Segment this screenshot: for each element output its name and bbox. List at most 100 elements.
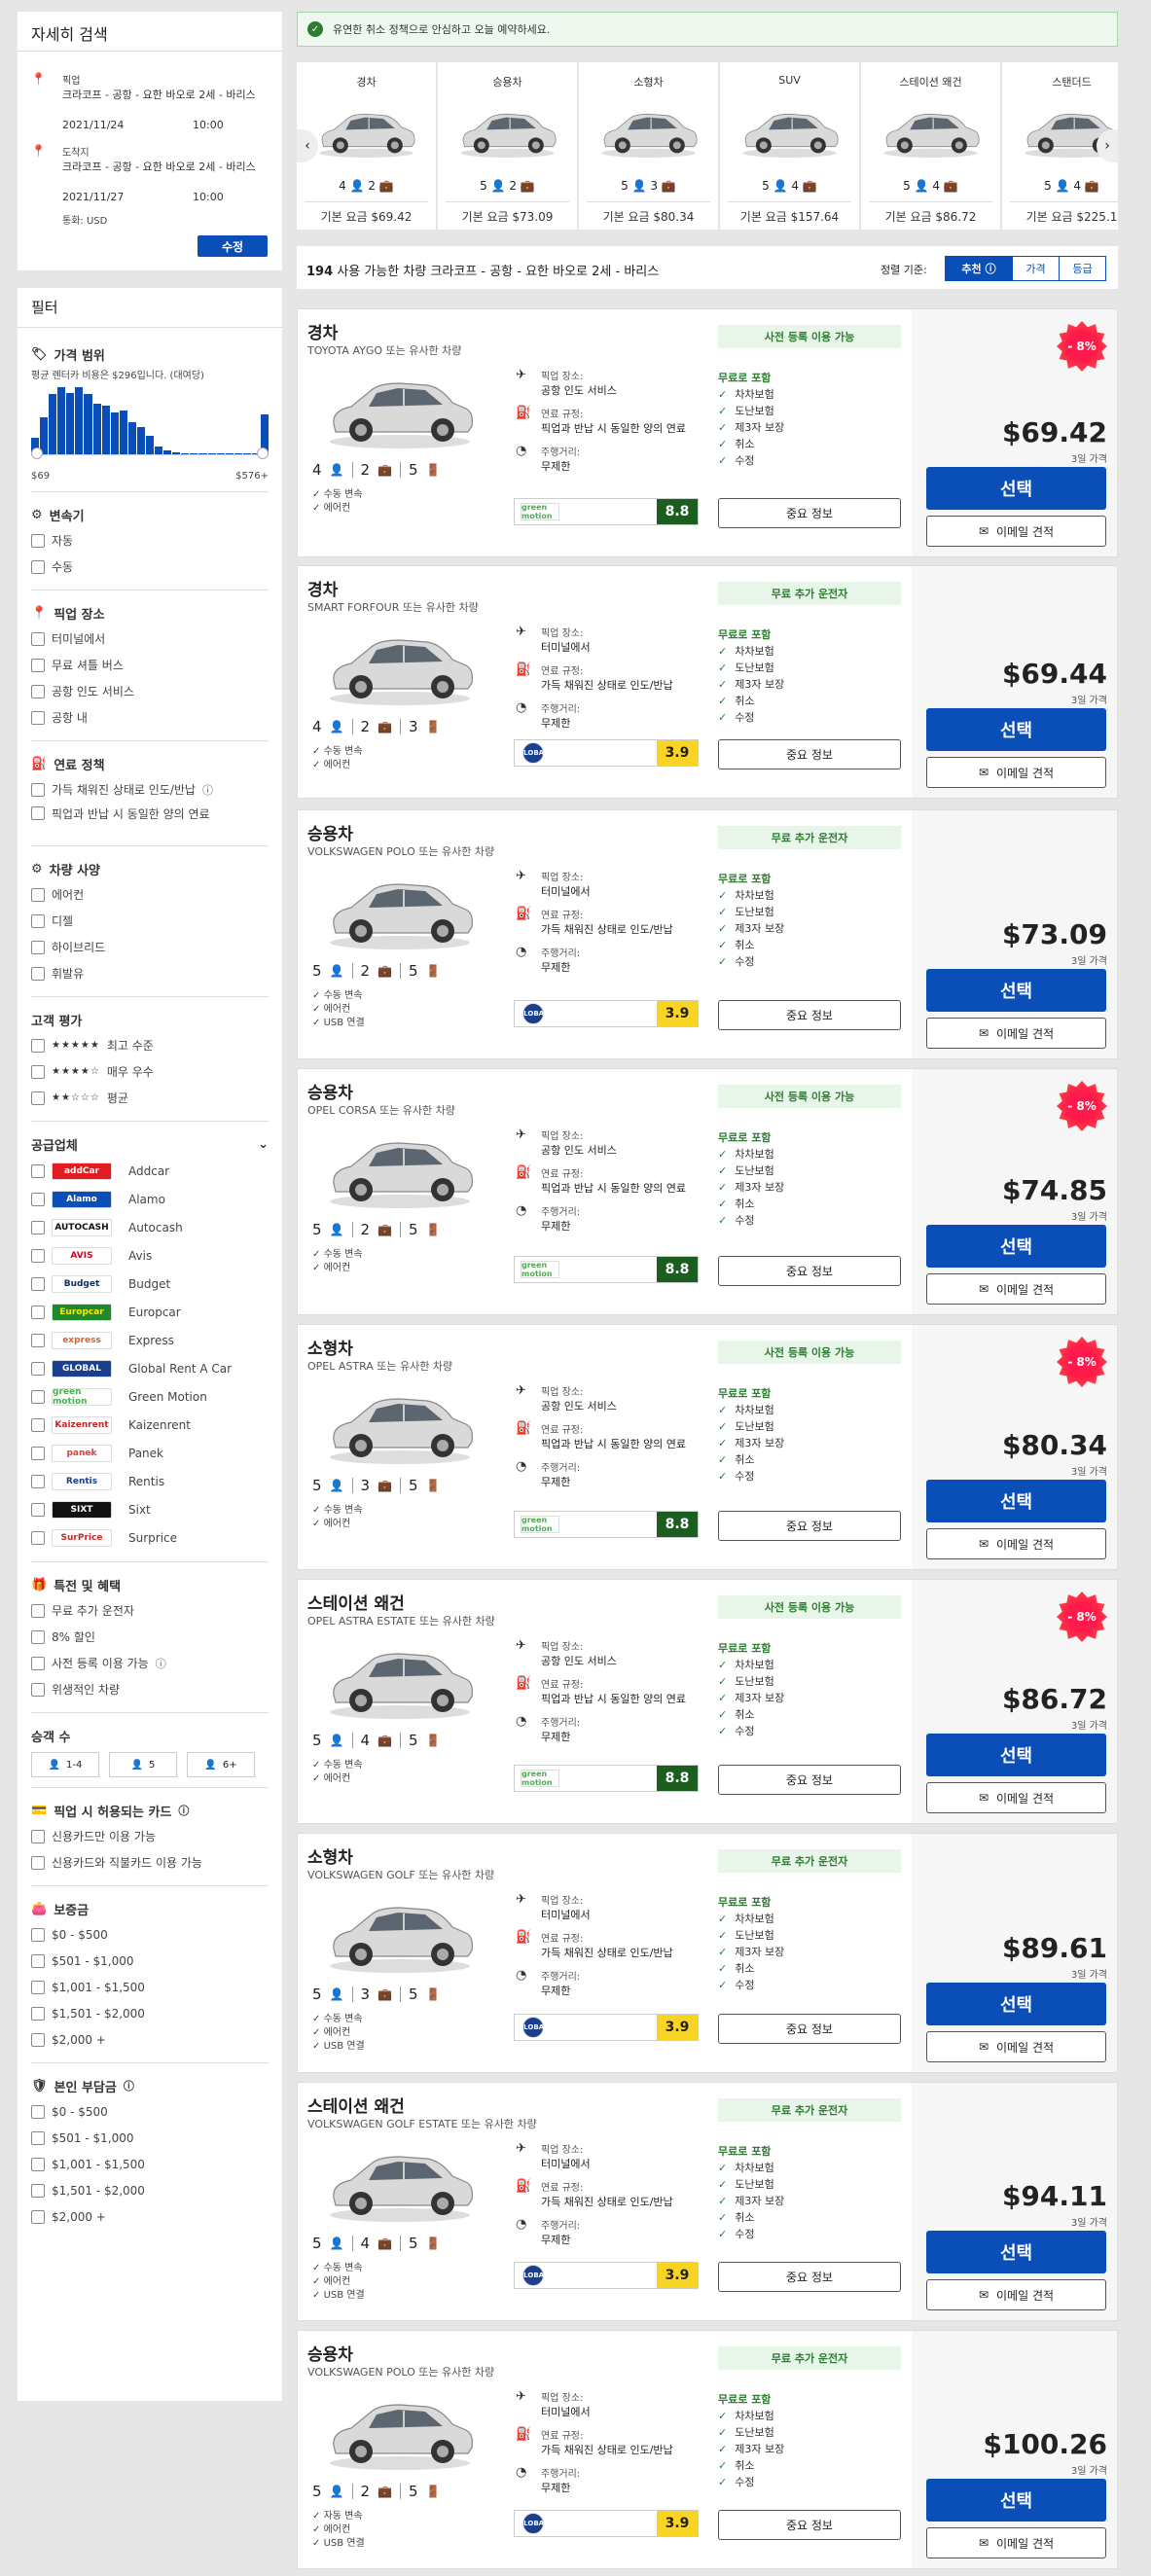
checkbox[interactable] xyxy=(31,1829,45,1843)
filter-credit-only[interactable]: 신용카드만 이용 가능 xyxy=(31,1823,269,1849)
supplier-rating[interactable]: green motion 8.8 xyxy=(514,498,699,525)
checkbox[interactable] xyxy=(31,2209,45,2224)
supplier-rating[interactable]: green motion 8.8 xyxy=(514,1511,699,1538)
supplier-panek[interactable]: panek Panek xyxy=(31,1439,269,1467)
info-icon[interactable]: ⓘ xyxy=(178,1803,189,1818)
important-info-button[interactable]: 중요 정보 xyxy=(718,498,901,528)
checkbox[interactable] xyxy=(31,966,45,981)
checkbox[interactable] xyxy=(31,2006,45,2021)
checkbox[interactable] xyxy=(31,2032,45,2047)
checkbox[interactable] xyxy=(31,1333,45,1347)
supplier-budget[interactable]: Budget Budget xyxy=(31,1270,269,1298)
pax-5-button[interactable]: 👤 5 xyxy=(109,1752,177,1777)
email-quote-button[interactable]: ✉ 이메일 견적 xyxy=(926,2031,1106,2062)
select-button[interactable]: 선택 xyxy=(926,467,1106,510)
category-thumb[interactable]: 소형차 5 👤 3 💼 기본 요금 $80.34 xyxy=(579,62,718,230)
supplier-europcar[interactable]: Europcar Europcar xyxy=(31,1298,269,1326)
filter-shuttle[interactable]: 무료 셔틀 버스 xyxy=(31,652,269,678)
sort-rating[interactable]: 등급 xyxy=(1059,257,1105,280)
important-info-button[interactable]: 중요 정보 xyxy=(718,739,901,769)
sort-price[interactable]: 가격 xyxy=(1012,257,1059,280)
important-info-button[interactable]: 중요 정보 xyxy=(718,1765,901,1795)
email-quote-button[interactable]: ✉ 이메일 견적 xyxy=(926,2279,1106,2310)
filter-prereg[interactable]: 사전 등록 이용 가능 ⓘ xyxy=(31,1650,269,1676)
supplier-express[interactable]: express Express xyxy=(31,1326,269,1354)
slider-handle-min[interactable] xyxy=(31,447,43,459)
supplier-rating[interactable]: GLOBAL 3.9 xyxy=(514,2510,699,2537)
filter-same-to-same[interactable]: 픽업과 반납 시 동일한 양의 연료 xyxy=(31,803,269,836)
supplier-rating[interactable]: GLOBAL 3.9 xyxy=(514,1000,699,1027)
checkbox[interactable] xyxy=(31,1276,45,1291)
filter-excess-4[interactable]: $1,501 - $2,000 xyxy=(31,2177,269,2203)
checkbox[interactable] xyxy=(31,782,45,797)
supplier-rating[interactable]: GLOBAL 3.9 xyxy=(514,2262,699,2289)
important-info-button[interactable]: 중요 정보 xyxy=(718,1511,901,1541)
checkbox[interactable] xyxy=(31,940,45,954)
filter-full-to-full[interactable]: 가득 채워진 상태로 인도/반납 ⓘ xyxy=(31,776,269,803)
checkbox[interactable] xyxy=(31,1953,45,1968)
edit-button[interactable]: 수정 xyxy=(198,235,268,257)
checkbox[interactable] xyxy=(31,1656,45,1670)
select-button[interactable]: 선택 xyxy=(926,1734,1106,1776)
supplier-rating[interactable]: GLOBAL 3.9 xyxy=(514,2014,699,2041)
checkbox[interactable] xyxy=(31,887,45,902)
email-quote-button[interactable]: ✉ 이메일 견적 xyxy=(926,1273,1106,1305)
checkbox[interactable] xyxy=(31,533,45,548)
sort-recommended[interactable]: 추천 ⓘ xyxy=(946,257,1012,280)
email-quote-button[interactable]: ✉ 이메일 견적 xyxy=(926,2527,1106,2558)
supplier-green-motion[interactable]: green motion Green Motion xyxy=(31,1382,269,1411)
checkbox[interactable] xyxy=(31,1038,45,1053)
category-thumb[interactable]: 스테이션 왜건 5 👤 4 💼 기본 요금 $86.72 xyxy=(861,62,1000,230)
checkbox[interactable] xyxy=(31,1064,45,1079)
supplier-rating[interactable]: GLOBAL 3.9 xyxy=(514,739,699,767)
info-icon[interactable]: ⓘ xyxy=(156,1656,166,1671)
checkbox[interactable] xyxy=(31,559,45,574)
checkbox[interactable] xyxy=(31,2183,45,2198)
important-info-button[interactable]: 중요 정보 xyxy=(718,2510,901,2540)
checkbox[interactable] xyxy=(31,1502,45,1517)
checkbox[interactable] xyxy=(31,658,45,672)
filter-credit-debit[interactable]: 신용카드와 직불카드 이용 가능 xyxy=(31,1849,269,1876)
select-button[interactable]: 선택 xyxy=(926,969,1106,1012)
filter-rating-4[interactable]: ★★★★☆ 매우 우수 xyxy=(31,1058,269,1085)
filter-petrol[interactable]: 휘발유 xyxy=(31,960,269,986)
filter-deposit-1[interactable]: $0 - $500 xyxy=(31,1921,269,1948)
filter-excess-5[interactable]: $2,000 + xyxy=(31,2203,269,2230)
checkbox[interactable] xyxy=(31,2104,45,2119)
checkbox[interactable] xyxy=(31,1682,45,1697)
category-thumb[interactable]: SUV 5 👤 4 💼 기본 요금 $157.64 xyxy=(720,62,859,230)
checkbox[interactable] xyxy=(31,2130,45,2145)
checkbox[interactable] xyxy=(31,684,45,698)
supplier-alamo[interactable]: Alamo Alamo xyxy=(31,1185,269,1213)
supplier-autocash[interactable]: AUTOCASH Autocash xyxy=(31,1213,269,1241)
filter-hybrid[interactable]: 하이브리드 xyxy=(31,934,269,960)
important-info-button[interactable]: 중요 정보 xyxy=(718,2014,901,2044)
filter-excess-1[interactable]: $0 - $500 xyxy=(31,2098,269,2125)
checkbox[interactable] xyxy=(31,1417,45,1432)
checkbox[interactable] xyxy=(31,1192,45,1206)
pax-6-button[interactable]: 👤 6+ xyxy=(187,1752,255,1777)
checkbox[interactable] xyxy=(31,913,45,928)
pax-1-4-button[interactable]: 👤 1-4 xyxy=(31,1752,99,1777)
filter-excess-2[interactable]: $501 - $1,000 xyxy=(31,2125,269,2151)
checkbox[interactable] xyxy=(31,1220,45,1234)
filter-deposit-5[interactable]: $2,000 + xyxy=(31,2026,269,2053)
email-quote-button[interactable]: ✉ 이메일 견적 xyxy=(926,516,1106,547)
filter-manual[interactable]: 수동 xyxy=(31,554,269,580)
supplier-avis[interactable]: AVIS Avis xyxy=(31,1241,269,1270)
checkbox[interactable] xyxy=(31,1446,45,1460)
checkbox[interactable] xyxy=(31,1361,45,1376)
checkbox[interactable] xyxy=(31,1603,45,1618)
select-button[interactable]: 선택 xyxy=(926,1983,1106,2025)
supplier-rating[interactable]: green motion 8.8 xyxy=(514,1256,699,1283)
checkbox[interactable] xyxy=(31,1305,45,1319)
important-info-button[interactable]: 중요 정보 xyxy=(718,2262,901,2292)
checkbox[interactable] xyxy=(31,1091,45,1105)
select-button[interactable]: 선택 xyxy=(926,1480,1106,1522)
checkbox[interactable] xyxy=(31,1530,45,1545)
checkbox[interactable] xyxy=(31,1248,45,1263)
select-button[interactable]: 선택 xyxy=(926,2479,1106,2522)
email-quote-button[interactable]: ✉ 이메일 견적 xyxy=(926,1018,1106,1049)
filter-terminal[interactable]: 터미널에서 xyxy=(31,626,269,652)
checkbox[interactable] xyxy=(31,2157,45,2171)
